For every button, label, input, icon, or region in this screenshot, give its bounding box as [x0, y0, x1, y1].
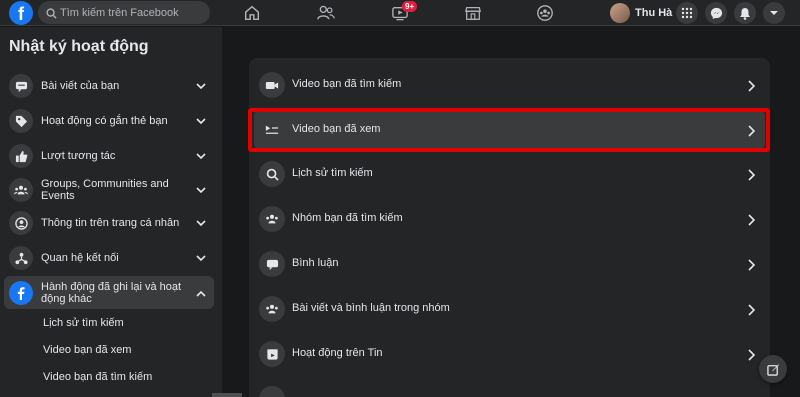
list-item-label: Bài viết và bình luận trong nhóm — [292, 302, 450, 314]
partial-icon — [259, 386, 285, 397]
page-title: Nhật ký hoạt động — [9, 38, 149, 55]
friends-icon — [317, 5, 335, 20]
account-button[interactable] — [763, 2, 785, 24]
sidebar-item-label: Groups, Communities and Events — [41, 178, 169, 202]
sidebar-item-label: Bài viết của bạn — [41, 80, 120, 92]
edit-icon — [766, 363, 779, 376]
chevron-right-icon — [748, 213, 756, 231]
chevron-down-icon — [196, 249, 206, 267]
search-icon — [46, 6, 57, 24]
new-message-button[interactable] — [759, 355, 787, 383]
activity-log-sidebar: Nhật ký hoạt động Bài viết của bạn Hoạt … — [0, 27, 222, 397]
list-item-story-activity[interactable]: Hoạt động trên Tin — [254, 334, 765, 374]
sidebar-item-logged-actions[interactable]: Hành động đã ghi lại và hoạt động khác — [4, 276, 214, 309]
chevron-down-icon — [196, 112, 206, 130]
list-item-label: Video bạn đã tìm kiếm — [292, 78, 402, 90]
chevron-right-icon — [748, 79, 756, 97]
list-item-label: Nhóm bạn đã tìm kiếm — [292, 212, 403, 224]
top-navigation-bar: f 9+ Thu Hà — [0, 0, 800, 26]
main-content: Video bạn đã tìm kiếm Video bạn đã xem L… — [222, 27, 800, 397]
list-item-searched-groups[interactable]: Nhóm bạn đã tìm kiếm — [254, 199, 765, 239]
chevron-right-icon — [748, 348, 756, 366]
avatar — [610, 3, 630, 23]
list-item-search-history[interactable]: Lịch sử tìm kiếm — [254, 154, 765, 194]
highlight-annotation-box — [248, 108, 770, 152]
chevron-right-icon — [748, 258, 756, 276]
chevron-down-icon — [196, 77, 206, 95]
notifications-button[interactable] — [734, 2, 756, 24]
sub-item-watched-videos[interactable]: Video bạn đã xem — [43, 344, 131, 356]
thumbs-up-icon — [9, 144, 33, 168]
chevron-down-icon — [196, 147, 206, 165]
list-item-label: Lịch sử tìm kiếm — [292, 167, 373, 179]
list-item-label: Bình luận — [292, 257, 339, 269]
sidebar-item-tagged-activity[interactable]: Hoạt động có gắn thẻ bạn — [4, 108, 214, 134]
menu-button[interactable] — [676, 2, 698, 24]
notification-badge: 9+ — [402, 1, 418, 12]
sidebar-item-label: Thông tin trên trang cá nhân — [41, 217, 180, 229]
groups-icon — [537, 5, 553, 21]
marketplace-icon — [464, 6, 482, 20]
list-item-group-posts-comments[interactable]: Bài viết và bình luận trong nhóm — [254, 289, 765, 329]
group-icon — [259, 206, 285, 232]
profile-button[interactable]: Thu Hà — [610, 2, 672, 24]
people-icon — [9, 178, 33, 202]
chevron-right-icon — [748, 168, 756, 186]
groups-nav-button[interactable] — [525, 2, 565, 24]
home-nav-button[interactable] — [232, 2, 272, 24]
list-item-comments[interactable]: Bình luận — [254, 244, 765, 284]
sidebar-item-label: Hành động đã ghi lại và hoạt động khác — [41, 280, 182, 305]
comment-icon — [259, 251, 285, 277]
search-input[interactable] — [60, 1, 205, 24]
sidebar-item-label: Lượt tương tác — [41, 150, 116, 162]
sidebar-item-connections[interactable]: Quan hệ kết nối — [4, 245, 214, 271]
group-icon — [259, 296, 285, 322]
search-box[interactable] — [38, 1, 210, 24]
friends-nav-button[interactable] — [306, 2, 346, 24]
chevron-down-icon — [196, 214, 206, 232]
messenger-icon — [710, 7, 722, 19]
tag-icon — [9, 109, 33, 133]
facebook-logo[interactable]: f — [9, 1, 33, 25]
chevron-up-icon — [196, 284, 206, 302]
grid-menu-icon — [681, 7, 693, 19]
speech-bubble-icon — [9, 74, 33, 98]
home-icon — [244, 5, 260, 21]
bell-icon — [740, 7, 750, 20]
list-item-searched-videos[interactable]: Video bạn đã tìm kiếm — [254, 65, 765, 105]
sub-item-search-history[interactable]: Lịch sử tìm kiếm — [43, 317, 124, 329]
chevron-right-icon — [748, 303, 756, 321]
caret-down-icon — [770, 11, 778, 15]
marketplace-nav-button[interactable] — [453, 2, 493, 24]
search-icon — [259, 161, 285, 187]
facebook-icon — [9, 280, 33, 305]
connections-icon — [9, 246, 33, 270]
video-camera-icon — [259, 72, 285, 98]
watch-nav-button[interactable]: 9+ — [380, 1, 420, 24]
sidebar-item-your-posts[interactable]: Bài viết của bạn — [4, 73, 214, 99]
profile-name: Thu Hà — [635, 7, 673, 19]
sidebar-item-groups-communities-events[interactable]: Groups, Communities and Events — [4, 175, 214, 205]
chevron-down-icon — [196, 181, 206, 199]
sub-item-searched-videos[interactable]: Video bạn đã tìm kiếm — [43, 371, 152, 383]
list-item-partial[interactable] — [254, 379, 765, 397]
horizontal-scrollbar[interactable] — [212, 393, 242, 397]
sidebar-item-label: Quan hệ kết nối — [41, 252, 119, 264]
sidebar-item-profile-info[interactable]: Thông tin trên trang cá nhân — [4, 210, 214, 236]
sidebar-item-label: Hoạt động có gắn thẻ bạn — [41, 115, 168, 127]
story-icon — [259, 341, 285, 367]
person-icon — [9, 211, 33, 235]
list-item-label: Hoạt động trên Tin — [292, 347, 383, 359]
messenger-button[interactable] — [705, 2, 727, 24]
sidebar-item-interactions[interactable]: Lượt tương tác — [4, 143, 214, 169]
